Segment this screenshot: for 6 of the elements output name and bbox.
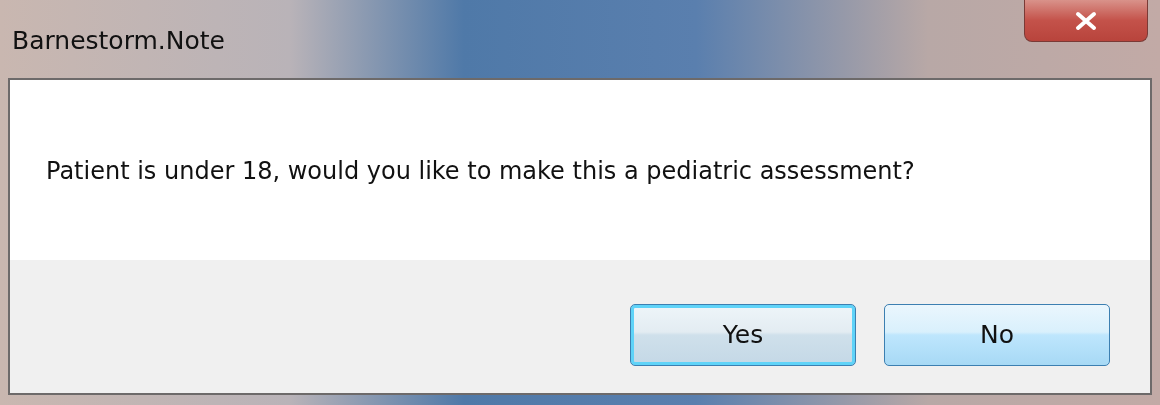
window-title: Barnestorm.Note bbox=[12, 26, 225, 55]
message-text: Patient is under 18, would you like to make this a pediatric assessment? bbox=[46, 157, 915, 185]
dialog-button[interactable]: Yes bbox=[630, 303, 856, 366]
close-button[interactable] bbox=[1024, 0, 1148, 42]
dialog-button[interactable]: No bbox=[884, 303, 1110, 366]
close-icon bbox=[1074, 10, 1098, 31]
